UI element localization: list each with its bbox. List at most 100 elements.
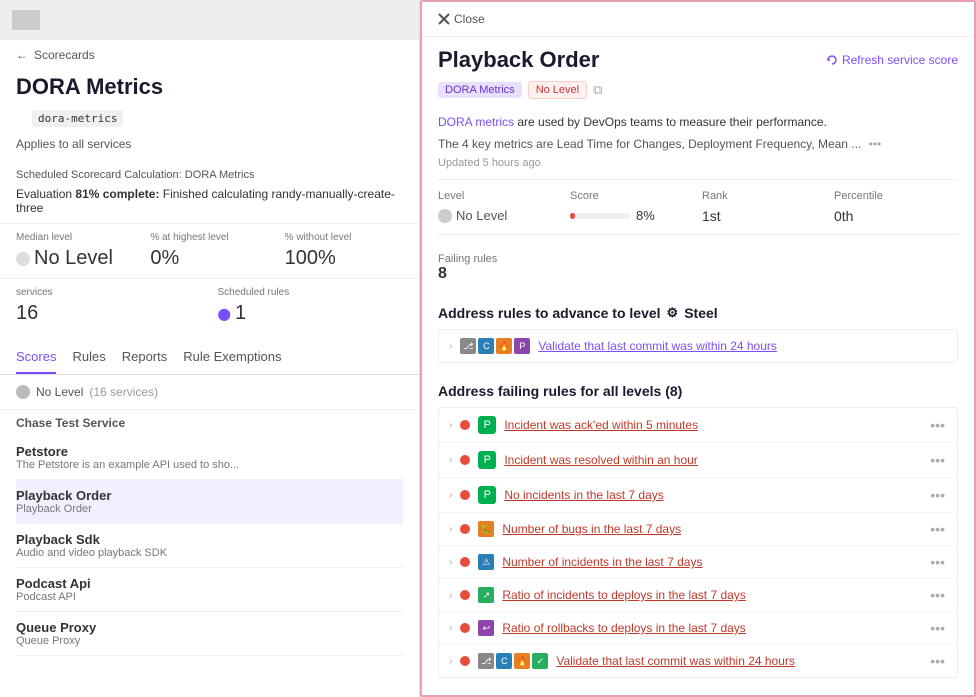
breadcrumb-label: Scorecards <box>34 48 95 62</box>
failing-rule-2[interactable]: › P No incidents in the last 7 days ••• <box>439 478 957 513</box>
modal-desc-long: The 4 key metrics are Lead Time for Chan… <box>422 135 974 155</box>
advance-rules-group: › ⎇ C 🔥 P Validate that last commit was … <box>438 329 958 363</box>
rule-label[interactable]: Ratio of incidents to deploys in the las… <box>502 588 920 602</box>
tab-exemptions[interactable]: Rule Exemptions <box>183 345 281 374</box>
pagerduty-icon: P <box>478 451 496 469</box>
expand-dots[interactable]: ••• <box>869 137 882 151</box>
icon-incident: ⚠ <box>478 554 494 570</box>
eval-detail: Finished calculating randy-manually-crea… <box>16 187 395 215</box>
rule-menu-dots[interactable]: ••• <box>928 587 947 603</box>
no-level-count: (16 services) <box>89 385 158 399</box>
tab-rules[interactable]: Rules <box>72 345 105 374</box>
tabs-bar: Scores Rules Reports Rule Exemptions <box>0 333 419 375</box>
stat-rules-label: Scheduled rules <box>218 287 404 298</box>
no-level-row: No Level (16 services) <box>0 375 419 410</box>
percentile-value: 0th <box>834 208 958 224</box>
failing-rule-3[interactable]: › 🐛 Number of bugs in the last 7 days ••… <box>439 513 957 546</box>
tab-reports[interactable]: Reports <box>122 345 168 374</box>
stat-median: Median level No Level <box>16 232 134 270</box>
service-queue-proxy[interactable]: Queue Proxy Queue Proxy <box>16 612 403 656</box>
fail-status-dot <box>460 490 470 500</box>
eval-text: Evaluation 81% complete: Finished calcul… <box>0 185 419 223</box>
badge-dora-metrics: DORA Metrics <box>438 82 522 98</box>
score-cell-score: Score 8% <box>570 190 694 224</box>
modal-body[interactable]: Level No Level Score 8% Rank 1st <box>422 179 974 695</box>
tab-scores[interactable]: Scores <box>16 345 56 374</box>
fail-status-dot <box>460 455 470 465</box>
failing-rule-7[interactable]: › ⎇ C 🔥 ✓ Validate that last commit was … <box>439 645 957 677</box>
stat-median-value: No Level <box>16 247 134 270</box>
service-list: Chase Test Service Petstore The Petstore… <box>0 410 419 656</box>
badge-no-level: No Level <box>528 81 587 99</box>
fail-status-dot <box>460 557 470 567</box>
stat-without: % without level 100% <box>285 232 403 270</box>
score-bar-fill <box>570 213 575 219</box>
score-row: Level No Level Score 8% Rank 1st <box>438 179 958 235</box>
service-petstore[interactable]: Petstore The Petstore is an example API … <box>16 436 403 480</box>
rule-menu-dots[interactable]: ••• <box>928 521 947 537</box>
advance-rule-label[interactable]: Validate that last commit was within 24 … <box>538 339 947 353</box>
advance-rule-icons: ⎇ C 🔥 P <box>460 338 530 354</box>
modal-header: Close <box>422 2 974 37</box>
breadcrumb[interactable]: ← Scorecards <box>0 40 419 70</box>
failing-rule-5[interactable]: › ↗ Ratio of incidents to deploys in the… <box>439 579 957 612</box>
failing-rule-6[interactable]: › ↩ Ratio of rollbacks to deploys in the… <box>439 612 957 645</box>
scheduled-label: Scheduled Scorecard Calculation: DORA Me… <box>0 159 419 185</box>
rule-label[interactable]: No incidents in the last 7 days <box>504 488 920 502</box>
failing-rule-1[interactable]: › P Incident was resolved within an hour… <box>439 443 957 478</box>
failing-rule-4[interactable]: › ⚠ Number of incidents in the last 7 da… <box>439 546 957 579</box>
chevron-icon: › <box>449 656 452 667</box>
rule-label[interactable]: Validate that last commit was within 24 … <box>556 654 920 668</box>
service-playback-order[interactable]: Playback Order Playback Order <box>16 480 403 524</box>
rule-menu-dots[interactable]: ••• <box>928 653 947 669</box>
icon-bug: 🐛 <box>478 521 494 537</box>
code-badge: dora-metrics <box>32 110 123 127</box>
eval-percent: 81% complete: <box>75 187 159 201</box>
multi-icon: ⎇ C 🔥 ✓ <box>478 653 548 669</box>
stat-services-label: services <box>16 287 202 298</box>
chevron-icon: › <box>449 557 452 568</box>
rule-label[interactable]: Number of incidents in the last 7 days <box>502 555 920 569</box>
modal-title-bar: Playback Order Refresh service score <box>422 37 974 81</box>
no-level-label: No Level <box>36 385 83 399</box>
failing-section-header: Address failing rules for all levels (8) <box>438 369 958 407</box>
chevron-icon: › <box>449 623 452 634</box>
stat-highest-value: 0% <box>150 247 268 270</box>
service-playback-sdk[interactable]: Playback Sdk Audio and video playback SD… <box>16 524 403 568</box>
rule-menu-dots[interactable]: ••• <box>928 452 947 468</box>
logo-placeholder <box>12 10 40 30</box>
level-icon <box>16 252 30 266</box>
stat-median-label: Median level <box>16 232 134 243</box>
no-level-circle-icon <box>438 209 452 223</box>
rule-label[interactable]: Number of bugs in the last 7 days <box>502 522 920 536</box>
chevron-icon: › <box>449 590 452 601</box>
score-bar: 8% <box>570 208 694 223</box>
no-level-icon <box>16 385 30 399</box>
close-button[interactable]: Close <box>438 12 485 26</box>
icon-fire: 🔥 <box>496 338 512 354</box>
pagerduty-icon: P <box>478 486 496 504</box>
rule-label[interactable]: Incident was ack'ed within 5 minutes <box>504 418 920 432</box>
rule-menu-dots[interactable]: ••• <box>928 554 947 570</box>
background-panel: ← Scorecards DORA Metrics dora-metrics A… <box>0 0 420 697</box>
icon-git2: ⎇ <box>478 653 494 669</box>
fail-status-dot <box>460 656 470 666</box>
refresh-button[interactable]: Refresh service score <box>826 53 958 67</box>
stat-without-label: % without level <box>285 232 403 243</box>
rule-label[interactable]: Incident was resolved within an hour <box>504 453 920 467</box>
score-value: 8% <box>636 208 655 223</box>
rule-label[interactable]: Ratio of rollbacks to deploys in the las… <box>502 621 920 635</box>
pagerduty-icon: P <box>478 416 496 434</box>
rule-menu-dots[interactable]: ••• <box>928 417 947 433</box>
score-cell-level: Level No Level <box>438 190 562 224</box>
service-podcast-api[interactable]: Podcast Api Podcast API <box>16 568 403 612</box>
failing-rule-0[interactable]: › P Incident was ack'ed within 5 minutes… <box>439 408 957 443</box>
rule-menu-dots[interactable]: ••• <box>928 487 947 503</box>
fail-status-dot <box>460 590 470 600</box>
back-arrow-icon[interactable]: ← <box>16 48 28 62</box>
rule-menu-dots[interactable]: ••• <box>928 620 947 636</box>
dora-metrics-link[interactable]: DORA metrics <box>438 115 514 129</box>
advance-rule-row[interactable]: › ⎇ C 🔥 P Validate that last commit was … <box>439 330 957 362</box>
page-title: DORA Metrics <box>0 70 419 102</box>
copy-link-icon[interactable]: ⧉ <box>593 82 602 98</box>
